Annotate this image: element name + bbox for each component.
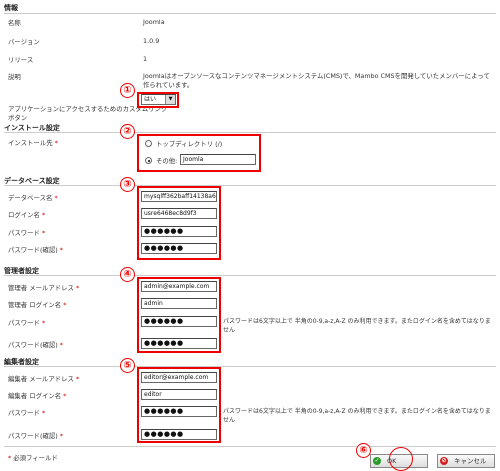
editor-password-label: パスワード * bbox=[8, 409, 46, 417]
info-heading: 情報 bbox=[4, 4, 18, 12]
db-password-confirm-input[interactable]: ●●●●●● bbox=[141, 243, 217, 254]
release-value: 1 bbox=[143, 55, 148, 63]
marker-1: ① bbox=[120, 83, 135, 98]
db-login-input[interactable]: usre6468ec8d9f3 bbox=[141, 208, 217, 219]
admin-login-label: 管理者 ログイン名 * bbox=[8, 301, 67, 309]
editor-email-label: 編集者 メールアドレス * bbox=[8, 375, 80, 383]
editor-password-input[interactable]: ●●●●●● bbox=[141, 406, 217, 417]
db-login-label: ログイン名 * bbox=[8, 211, 46, 219]
divider bbox=[4, 275, 496, 276]
access-select-value: はい bbox=[144, 96, 157, 103]
db-password-label: パスワード * bbox=[8, 229, 46, 237]
editor-password-hint: パスワードは6文字以上で 半角の0-9,a-z,A-Z のみ利用できます。またロ… bbox=[223, 408, 491, 424]
description-label: 説明 bbox=[8, 73, 21, 81]
db-password-confirm-label: パスワード(確認) * bbox=[8, 246, 63, 254]
admin-password-confirm-label: パスワード(確認) * bbox=[8, 341, 63, 349]
other-directory-input[interactable]: Joomla bbox=[180, 154, 256, 165]
editor-password-confirm-input[interactable]: ●●●●●● bbox=[141, 429, 217, 440]
install-target-label: インストール先 * bbox=[8, 139, 58, 147]
marker-6: ⑥ bbox=[356, 443, 371, 458]
radio-other[interactable] bbox=[145, 157, 152, 164]
version-label: バージョン bbox=[8, 38, 40, 46]
admin-password-confirm-input[interactable]: ●●●●●● bbox=[141, 338, 217, 349]
editor-login-input[interactable]: editor bbox=[141, 389, 217, 400]
divider bbox=[4, 185, 496, 186]
required-note: * 必須フィールド bbox=[8, 454, 58, 462]
name-label: 名称 bbox=[8, 19, 21, 27]
admin-password-label: パスワード * bbox=[8, 319, 46, 327]
marker-5: ⑤ bbox=[120, 358, 135, 373]
editor-login-label: 編集者 ログイン名 * bbox=[8, 392, 67, 400]
marker-4: ④ bbox=[120, 267, 135, 282]
admin-password-hint: パスワードは6文字以上で 半角の0-9,a-z,A-Z のみ利用できます。またロ… bbox=[223, 318, 491, 334]
editor-email-input[interactable]: editor@example.com bbox=[141, 372, 217, 383]
admin-email-input[interactable]: admin@example.com bbox=[141, 281, 217, 292]
divider bbox=[4, 366, 496, 367]
divider bbox=[4, 13, 496, 14]
version-value: 1.0.9 bbox=[143, 37, 160, 45]
cancel-icon: ⊘ bbox=[440, 457, 448, 465]
chevron-down-icon[interactable]: ▼ bbox=[165, 95, 175, 104]
ok-highlight-circle bbox=[389, 447, 413, 471]
radio-top-directory-label: トップディレクトリ (/) bbox=[156, 140, 223, 148]
name-value: Joomla bbox=[143, 18, 165, 26]
admin-password-input[interactable]: ●●●●●● bbox=[141, 316, 217, 327]
admin-email-label: 管理者 メールアドレス * bbox=[8, 284, 80, 292]
marker-3: ③ bbox=[120, 177, 135, 192]
access-select[interactable]: はい ▼ bbox=[141, 94, 176, 105]
access-label-2: ボタン bbox=[8, 114, 28, 122]
divider bbox=[4, 446, 496, 447]
description-value: Joomlaはオープンソースなコンテンツマネージメントシステム(CMS)で、Ma… bbox=[143, 72, 490, 89]
release-label: リリース bbox=[8, 56, 34, 64]
editor-password-confirm-label: パスワード(確認) * bbox=[8, 432, 63, 440]
radio-other-label: その他: bbox=[156, 157, 178, 165]
dbname-label: データベース名 * bbox=[8, 194, 58, 202]
check-icon: ✓ bbox=[373, 457, 381, 465]
dbname-input[interactable]: mysqlff362baff14138a6 bbox=[141, 191, 217, 202]
marker-2: ② bbox=[120, 124, 135, 139]
radio-top-directory[interactable] bbox=[145, 140, 152, 147]
cancel-button[interactable]: ⊘ キャンセル bbox=[437, 454, 495, 468]
divider bbox=[4, 132, 496, 133]
admin-login-input[interactable]: admin bbox=[141, 298, 217, 309]
db-password-input[interactable]: ●●●●●● bbox=[141, 226, 217, 237]
